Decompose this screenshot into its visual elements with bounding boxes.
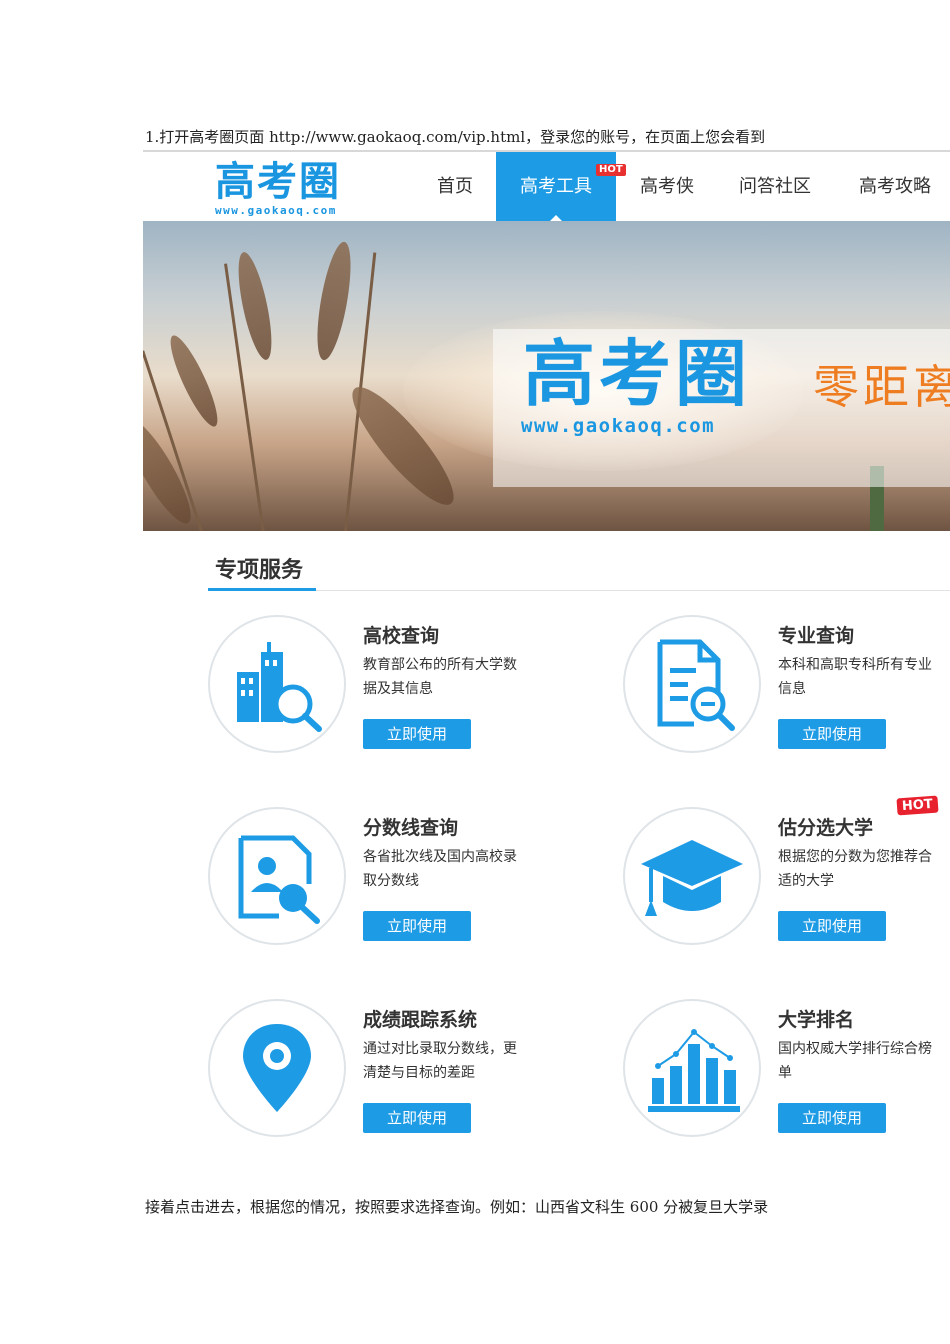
- wheat-ear: [143, 411, 201, 531]
- nav-item-label: 高考攻略: [859, 176, 931, 197]
- profile-search-icon[interactable]: [208, 807, 346, 945]
- card-description: 各省批次线及国内高校录取分数线: [363, 849, 517, 889]
- use-now-button[interactable]: 立即使用: [363, 1103, 471, 1133]
- wheat-ear: [162, 331, 226, 431]
- card-title: 专业查询: [778, 625, 855, 647]
- card-title: 估分选大学: [778, 817, 874, 839]
- card-title: 分数线查询: [363, 817, 459, 839]
- service-card-major: 专业查询 本科和高职专科所有专业信息 立即使用: [623, 615, 950, 765]
- service-card-ranking: 大学排名 国内权威大学排行综合榜单 立即使用: [623, 999, 950, 1149]
- nav-item-home[interactable]: 首页: [415, 152, 495, 221]
- site-logo[interactable]: 高考圈 www.gaokaoq.com: [215, 160, 341, 217]
- section-divider: [208, 590, 950, 591]
- banner-url: www.gaokaoq.com: [521, 415, 716, 437]
- outro-text: 接着点击进去，根据您的情况，按照要求选择查询。例如：山西省文科生 600 分被复…: [145, 1198, 769, 1216]
- nav-item-label: 问答社区: [739, 176, 811, 197]
- hero-banner: 高考圈 www.gaokaoq.com 零距离: [143, 221, 950, 531]
- building-search-icon[interactable]: [208, 615, 346, 753]
- nav-item-label: 高考侠: [640, 176, 694, 197]
- use-now-button[interactable]: 立即使用: [363, 719, 471, 749]
- bar-chart-icon[interactable]: [623, 999, 761, 1137]
- hot-badge: HOT: [896, 795, 939, 816]
- card-description: 国内权威大学排行综合榜单: [778, 1041, 932, 1081]
- website-screenshot: 高考圈 www.gaokaoq.com 首页 高考工具 HOT 高考侠 问答社区…: [143, 150, 950, 1150]
- graduation-cap-icon[interactable]: [623, 807, 761, 945]
- service-card-university: 高校查询 教育部公布的所有大学数据及其信息 立即使用: [208, 615, 588, 765]
- use-now-button[interactable]: 立即使用: [778, 911, 886, 941]
- card-title: 成绩跟踪系统: [363, 1009, 478, 1031]
- logo-text: 高考圈: [215, 159, 341, 205]
- nav-item-label: 高考工具: [520, 176, 592, 197]
- use-now-button[interactable]: 立即使用: [778, 719, 886, 749]
- use-now-button[interactable]: 立即使用: [363, 911, 471, 941]
- intro-text: 1.打开高考圈页面 http://www.gaokaoq.com/vip.htm…: [145, 128, 766, 146]
- section-title: 专项服务: [215, 558, 304, 583]
- map-pin-icon[interactable]: [208, 999, 346, 1137]
- banner-title: 高考圈: [523, 332, 752, 416]
- section-accent-bar: [208, 588, 316, 591]
- service-card-tracking: 成绩跟踪系统 通过对比录取分数线，更清楚与目标的差距 立即使用: [208, 999, 588, 1149]
- banner-slogan: 零距离: [813, 360, 950, 414]
- wheat-ear: [231, 249, 279, 363]
- nav-item-guide[interactable]: 高考攻略: [843, 152, 947, 221]
- document-search-icon[interactable]: [623, 615, 761, 753]
- service-card-estimate: 估分选大学 HOT 根据您的分数为您推荐合适的大学 立即使用: [623, 795, 950, 957]
- top-navigation: 高考圈 www.gaokaoq.com 首页 高考工具 HOT 高考侠 问答社区…: [143, 152, 950, 221]
- card-description: 教育部公布的所有大学数据及其信息: [363, 657, 517, 697]
- wheat-ear: [310, 239, 358, 363]
- use-now-button[interactable]: 立即使用: [778, 1103, 886, 1133]
- card-description: 通过对比录取分数线，更清楚与目标的差距: [363, 1041, 517, 1081]
- nav-item-hero[interactable]: 高考侠: [625, 152, 709, 221]
- card-title: 高校查询: [363, 625, 440, 647]
- hot-tag: HOT: [596, 164, 626, 176]
- nav-item-label: 首页: [437, 176, 473, 197]
- nav-item-tools[interactable]: 高考工具 HOT: [496, 152, 626, 221]
- service-card-score-line: 分数线查询 各省批次线及国内高校录取分数线 立即使用: [208, 807, 588, 957]
- card-description: 本科和高职专科所有专业信息: [778, 657, 932, 697]
- nav-item-qa[interactable]: 问答社区: [723, 152, 827, 221]
- logo-url: www.gaokaoq.com: [215, 204, 337, 217]
- card-title: 大学排名: [778, 1009, 855, 1031]
- card-description: 根据您的分数为您推荐合适的大学: [778, 849, 932, 889]
